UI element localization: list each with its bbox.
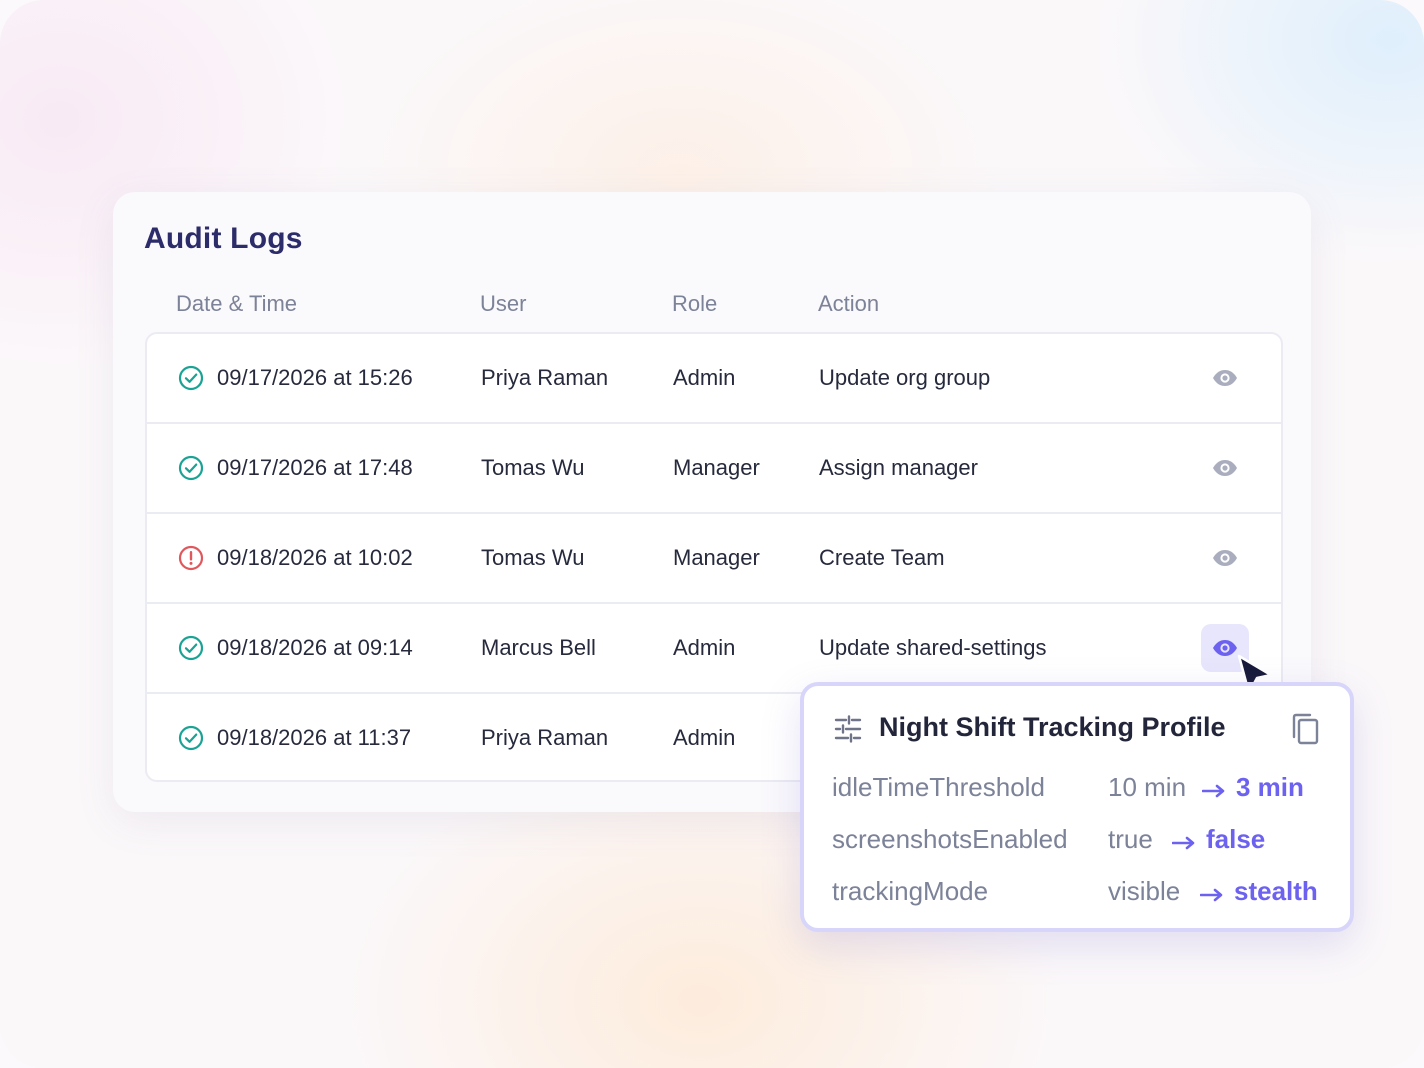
view-details-button[interactable] — [1201, 534, 1249, 582]
row-user: Priya Raman — [481, 365, 609, 390]
column-header-role: Role — [672, 291, 718, 316]
view-details-button[interactable] — [1201, 354, 1249, 402]
table-row[interactable]: 09/18/2026 at 09:14 Marcus Bell Admin Up… — [147, 604, 1281, 694]
column-header-date: Date & Time — [176, 291, 298, 316]
row-action: Assign manager — [819, 455, 978, 480]
row-action: Update shared-settings — [819, 635, 1047, 660]
row-user: Tomas Wu — [481, 545, 585, 570]
change-key: trackingMode — [832, 876, 989, 906]
arrow-right-icon — [1200, 888, 1223, 902]
row-date: 09/17/2026 at 15:26 — [217, 365, 413, 390]
arrow-right-icon — [1202, 784, 1225, 798]
row-role: Admin — [673, 365, 736, 390]
check-circle-icon — [178, 635, 204, 661]
row-role: Manager — [673, 545, 760, 570]
row-user: Tomas Wu — [481, 455, 585, 480]
row-role: Admin — [673, 725, 736, 750]
view-details-button[interactable] — [1201, 444, 1249, 492]
row-action: Create Team — [819, 545, 945, 570]
arrow-right-icon — [1172, 836, 1195, 850]
change-details-popover: Night Shift Tracking Profile idleTimeThr… — [800, 682, 1354, 932]
row-date: 09/18/2026 at 09:14 — [217, 635, 413, 660]
alert-circle-icon — [178, 545, 204, 571]
row-user: Priya Raman — [481, 725, 609, 750]
tune-icon — [834, 715, 862, 743]
change-old-value: 10 min — [1108, 772, 1187, 802]
popover-title: Night Shift Tracking Profile — [879, 712, 1226, 742]
change-new-value: 3 min — [1236, 772, 1304, 802]
change-old-value: visible — [1108, 876, 1181, 906]
row-role: Manager — [673, 455, 760, 480]
change-old-value: true — [1108, 824, 1153, 854]
page-title: Audit Logs — [144, 222, 303, 255]
column-header-action: Action — [818, 291, 880, 316]
eye-icon — [1213, 640, 1237, 656]
check-circle-icon — [178, 455, 204, 481]
table-row[interactable]: 09/17/2026 at 17:48 Tomas Wu Manager Ass… — [147, 424, 1281, 514]
row-date: 09/18/2026 at 10:02 — [217, 545, 413, 570]
change-new-value: stealth — [1234, 876, 1318, 906]
row-action: Update org group — [819, 365, 991, 390]
row-role: Admin — [673, 635, 736, 660]
column-header-user: User — [480, 291, 527, 316]
change-new-value: false — [1206, 824, 1266, 854]
change-key: idleTimeThreshold — [832, 772, 1045, 802]
table-row[interactable]: 09/17/2026 at 15:26 Priya Raman Admin Up… — [147, 334, 1281, 424]
row-date: 09/17/2026 at 17:48 — [217, 455, 413, 480]
table-row[interactable]: 09/18/2026 at 10:02 Tomas Wu Manager Cre… — [147, 514, 1281, 604]
eye-icon — [1213, 550, 1237, 566]
check-circle-icon — [178, 365, 204, 391]
check-circle-icon — [178, 725, 204, 751]
eye-icon — [1213, 370, 1237, 386]
eye-icon — [1213, 460, 1237, 476]
row-user: Marcus Bell — [481, 635, 596, 660]
row-date: 09/18/2026 at 11:37 — [217, 725, 412, 750]
copy-icon[interactable] — [1290, 712, 1320, 746]
change-key: screenshotsEnabled — [832, 824, 1068, 854]
